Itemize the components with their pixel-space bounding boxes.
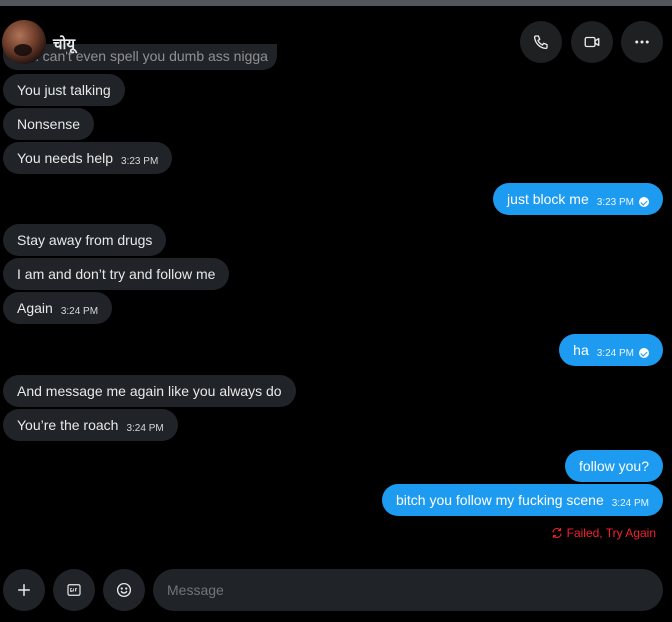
message-bubble-incoming[interactable]: I am and don’t try and follow me	[3, 258, 230, 290]
message-bubble-outgoing[interactable]: just block me 3:23 PM	[493, 183, 663, 215]
message-bubble-outgoing[interactable]: follow you?	[564, 450, 663, 482]
message-timestamp: 3:24 PM	[596, 347, 634, 359]
message-timestamp: 3:24 PM	[60, 305, 99, 317]
message-text: just block me	[507, 191, 589, 207]
phone-icon	[533, 35, 548, 50]
message-text: I am and don’t try and follow me	[17, 266, 216, 282]
retry-icon	[552, 527, 562, 539]
message-input[interactable]	[153, 569, 663, 611]
gif-button[interactable]	[53, 569, 95, 611]
failed-label: Failed, Try Again	[566, 526, 656, 540]
avatar[interactable]	[2, 20, 46, 64]
message-bubble-incoming[interactable]: Nonsense	[3, 108, 95, 140]
message-text: You needs help	[17, 150, 114, 166]
contact-name[interactable]: चोयू	[53, 34, 75, 54]
emoji-icon	[116, 582, 132, 598]
message-timestamp: 3:23 PM	[596, 196, 634, 208]
message-bubble-incoming[interactable]: You’re the roach 3:24 PM	[3, 409, 178, 441]
plus-icon	[18, 584, 30, 596]
video-icon	[584, 36, 600, 48]
message-list[interactable]: u can't even spell you dumb ass nigga Yo…	[0, 0, 672, 560]
message-timestamp: 3:23 PM	[121, 155, 159, 167]
message-text: bitch you follow my fucking scene	[395, 492, 604, 508]
message-bubble-incoming[interactable]: Again 3:24 PM	[3, 292, 113, 324]
message-text: follow you?	[578, 458, 649, 474]
emoji-button[interactable]	[103, 569, 145, 611]
gif-icon	[67, 584, 81, 596]
message-text: You’re the roach	[17, 417, 119, 433]
send-failed-retry[interactable]: Failed, Try Again	[551, 526, 656, 540]
message-text: You just talking	[17, 82, 111, 98]
more-options-button[interactable]	[621, 21, 663, 63]
message-text: And message me again like you always do	[17, 383, 282, 399]
more-icon	[635, 40, 649, 44]
message-bubble-incoming[interactable]: And message me again like you always do	[3, 375, 296, 407]
message-bubble-incoming[interactable]: You needs help 3:23 PM	[3, 142, 173, 174]
message-timestamp: 3:24 PM	[611, 497, 649, 509]
call-button[interactable]	[520, 21, 562, 63]
message-timestamp: 3:24 PM	[126, 422, 164, 434]
message-text: Stay away from drugs	[17, 232, 153, 248]
message-bubble-outgoing[interactable]: bitch you follow my fucking scene 3:24 P…	[381, 484, 663, 516]
read-check-icon	[639, 197, 649, 207]
message-text: Again	[17, 300, 53, 316]
message-bubble-incoming[interactable]: You just talking	[3, 74, 125, 106]
message-text: ha	[573, 342, 589, 358]
read-check-icon	[639, 348, 649, 358]
message-text: Nonsense	[17, 116, 81, 132]
add-attachment-button[interactable]	[3, 569, 45, 611]
message-bubble-outgoing[interactable]: ha 3:24 PM	[559, 334, 663, 366]
video-call-button[interactable]	[571, 21, 613, 63]
conversation-header: चोयू	[0, 6, 672, 68]
message-bubble-incoming[interactable]: Stay away from drugs	[3, 224, 167, 256]
